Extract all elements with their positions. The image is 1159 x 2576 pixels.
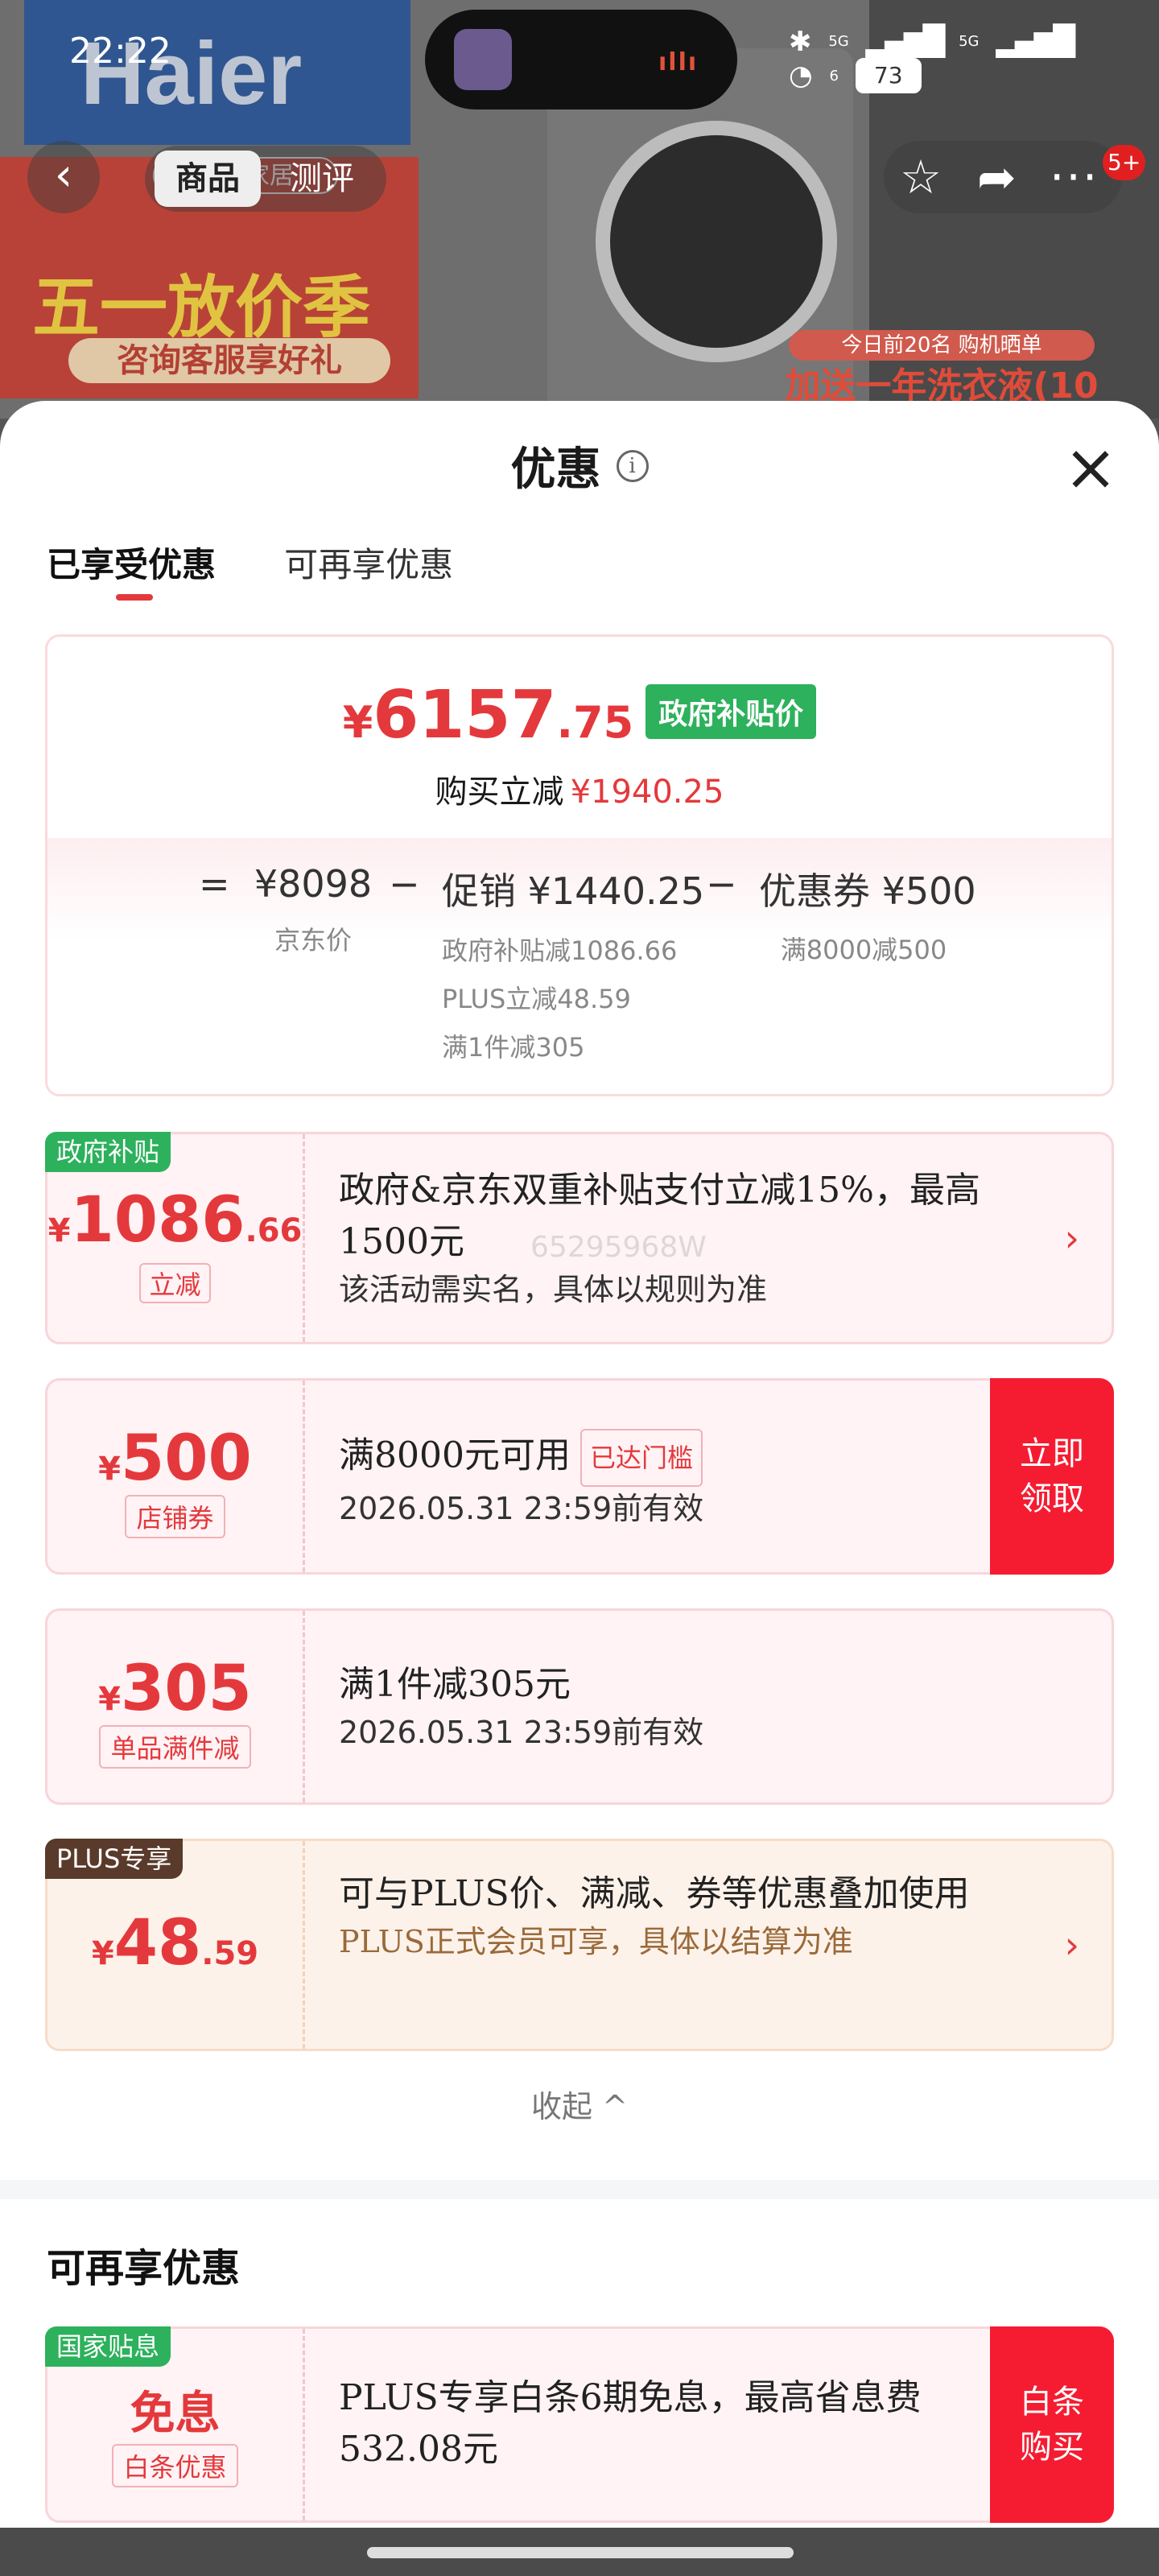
store-coupon-badge: 店铺券 <box>125 1495 225 1538</box>
section-title-more-discounts: 可再享优惠 <box>47 2246 241 2291</box>
status-time: 22:22 <box>69 31 171 72</box>
item-discount-validity: 2026.05.31 23:59前有效 <box>339 1715 704 1750</box>
final-price: ¥6157.75 政府补贴价 <box>47 677 1112 753</box>
minus-sign-2: − <box>706 862 737 906</box>
price-breakdown: = ¥8098 京东价 − 促销 ¥1440.25 政府补贴减1086.66 P… <box>47 838 1112 1094</box>
tab-product[interactable]: 商品 <box>155 151 261 207</box>
close-icon[interactable]: × <box>1062 436 1119 500</box>
store-coupon-card: ¥500 店铺券 满8000元可用 已达门槛 2026.05.31 23:59前有… <box>45 1378 1114 1575</box>
coupon-total: 优惠券 ¥500 <box>759 869 976 913</box>
baitiao-badge: 白条优惠 <box>112 2444 238 2487</box>
plus-discount-note: PLUS正式会员可享，具体以结算为准 <box>339 1924 853 1959</box>
gift-banner: 今日前20名 购机晒单 加送一年洗衣液(10元) <box>765 330 1119 419</box>
baitiao-buy-button[interactable]: 白条购买 <box>990 2326 1114 2523</box>
reduce-label: 购买立减 <box>435 774 564 811</box>
section-divider <box>0 2180 1159 2199</box>
signal-icon-2: ▂▄▆█ <box>996 25 1075 58</box>
status-bar: 22:22 ıllı ✱ 5G ▂▄▆█ 5G ▂▄▆█ ◔ 6 73 <box>0 0 1159 109</box>
more-icon[interactable]: ··· <box>1050 149 1099 205</box>
bluetooth-icon: ✱ <box>789 25 812 58</box>
store-coupon-validity: 2026.05.31 23:59前有效 <box>339 1491 704 1526</box>
gov-subsidy-price-tag: 政府补贴价 <box>645 684 817 739</box>
threshold-reached-badge: 已达门槛 <box>580 1429 703 1487</box>
promo-subtitle: 咨询客服享好礼 <box>68 338 390 383</box>
signal-icon-1: ▂▄▆█ <box>865 25 946 58</box>
product-nav: ‹ 商品 测评 ☆ ➦ ··· <box>0 141 1159 221</box>
home-indicator[interactable] <box>367 2547 794 2558</box>
total-reduction: 购买立减 ¥1940.25 <box>47 766 1112 812</box>
store-coupon-title: 满8000元可用 <box>339 1435 571 1476</box>
discount-tabs: 已享受优惠 可再享优惠 <box>47 538 518 602</box>
coupon-note: 满8000减500 <box>780 935 947 965</box>
back-icon[interactable]: ‹ <box>27 141 100 213</box>
product-tab-switch: 商品 测评 <box>145 146 386 212</box>
plus-exclusive-card[interactable]: PLUS专享 ¥48.59 可与PLUS价、满减、券等优惠叠加使用 PLUS正式… <box>45 1839 1114 2051</box>
chevron-right-icon[interactable]: › <box>1065 1921 1079 1969</box>
promotion-item: PLUS立减48.59 <box>442 984 631 1014</box>
item-discount-badge: 单品满件减 <box>99 1725 251 1769</box>
baitiao-interest-free-card: 国家贴息 免息 白条优惠 PLUS专享白条6期免息，最高省息费532.08元 白… <box>45 2326 1114 2523</box>
gov-subsidy-amount: ¥1086.66 <box>47 1184 303 1257</box>
reduce-amount: ¥1940.25 <box>570 774 724 811</box>
share-icon[interactable]: ➦ <box>977 149 1017 205</box>
minus-sign-1: − <box>389 862 420 906</box>
wifi-icon: ◔ <box>789 60 813 92</box>
gov-subsidy-card[interactable]: 政府补贴 ¥1086.66 立减 政府&京东双重补贴支付立减15%，最高1500… <box>45 1132 1114 1344</box>
coupon-col: 优惠券 ¥500 满8000减500 <box>759 862 976 973</box>
promotion-item: 政府补贴减1086.66 <box>442 935 678 966</box>
store-coupon-amount: ¥500 <box>98 1422 252 1495</box>
final-price-decimal: .75 <box>556 697 634 748</box>
plus-discount-title: 可与PLUS价、满减、券等优惠叠加使用 <box>339 1873 970 1914</box>
promotion-col: 促销 ¥1440.25 政府补贴减1086.66 PLUS立减48.59 满1件… <box>442 862 704 1071</box>
tab-enjoyed[interactable]: 已享受优惠 <box>47 538 216 601</box>
sheet-header: 优惠 i <box>0 433 1159 506</box>
gift-top-label: 今日前20名 购机晒单 <box>789 330 1095 361</box>
interest-free-label: 免息 <box>130 2387 221 2440</box>
instant-reduce-badge: 立减 <box>139 1263 211 1303</box>
plus-discount-amount: ¥48.59 <box>91 1907 259 1979</box>
tab-review[interactable]: 测评 <box>274 151 370 207</box>
jd-price-col: ¥8098 京东价 <box>249 862 377 964</box>
collapse-button[interactable]: 收起 ^ <box>0 2082 1159 2126</box>
network-5g-label-1: 5G <box>828 33 849 50</box>
promotion-total: 促销 ¥1440.25 <box>442 869 705 913</box>
price-summary-card: ¥6157.75 政府补贴价 购买立减 ¥1940.25 = ¥8098 京东价 … <box>45 634 1114 1096</box>
wifi-level: 6 <box>829 67 839 85</box>
claim-coupon-button[interactable]: 立即领取 <box>990 1378 1114 1575</box>
equals-sign: = <box>199 862 230 906</box>
jd-price-label: 京东价 <box>274 925 352 956</box>
baitiao-title: PLUS专享白条6期免息，最高省息费532.08元 <box>339 2377 922 2470</box>
battery-icon: 73 <box>855 58 922 93</box>
gov-subsidy-note: 该活动需实名，具体以规则为准 <box>339 1272 768 1307</box>
message-badge: 5+ <box>1103 145 1146 180</box>
item-discount-card: ¥305 单品满件减 满1件减305元 2026.05.31 23:59前有效 <box>45 1608 1114 1805</box>
star-icon[interactable]: ☆ <box>900 149 942 205</box>
promotion-item: 满1件减305 <box>442 1032 585 1063</box>
item-discount-title: 满1件减305元 <box>339 1664 571 1705</box>
audio-wave-icon: ıllı <box>658 48 699 76</box>
final-price-integer: 6157 <box>373 677 557 753</box>
sheet-title: 优惠 <box>510 444 601 496</box>
jd-price: ¥8098 <box>254 862 373 906</box>
status-icons: ✱ 5G ▂▄▆█ 5G ▂▄▆█ ◔ 6 73 <box>789 24 1111 93</box>
info-icon[interactable]: i <box>616 449 649 482</box>
tab-more[interactable]: 可再享优惠 <box>284 538 453 587</box>
chevron-right-icon[interactable]: › <box>1065 1214 1079 1262</box>
promo-title: 五一放价季 <box>32 268 371 347</box>
network-5g-label-2: 5G <box>959 33 980 50</box>
media-app-icon <box>454 29 512 90</box>
discount-sheet: 优惠 i × 已享受优惠 可再享优惠 ¥6157.75 政府补贴价 购买立减 ¥1… <box>0 401 1159 2576</box>
nav-actions: ☆ ➦ ··· <box>884 141 1122 213</box>
item-discount-amount: ¥305 <box>98 1653 252 1725</box>
dynamic-island[interactable]: ıllı <box>425 10 737 109</box>
watermark-text: 65295968W <box>530 1231 707 1264</box>
